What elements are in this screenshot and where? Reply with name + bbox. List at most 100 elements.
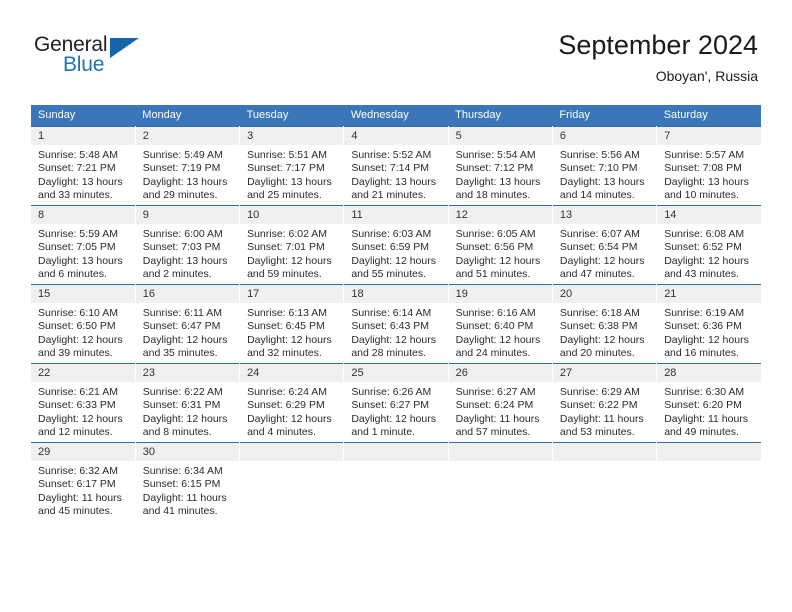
daylight-duration-line1: Daylight: 12 hours bbox=[664, 333, 749, 346]
daylight-duration-line2: and 16 minutes. bbox=[664, 347, 739, 360]
daylight-duration-line2: and 14 minutes. bbox=[559, 189, 635, 202]
general-blue-logo[interactable]: General Blue bbox=[34, 33, 154, 81]
day-sun-info: Sunrise: 6:21 AM Sunset: 6:33 PM Daylight:… bbox=[31, 382, 135, 440]
sunset-time: Sunset: 6:24 PM bbox=[455, 399, 534, 412]
weekday-header-wednesday: Wednesday bbox=[343, 105, 449, 127]
calendar-day-cell[interactable]: 10 Sunrise: 6:02 AM Sunset: 7:01 PM Dayligh… bbox=[239, 205, 345, 285]
sunrise-time: Sunrise: 5:56 AM bbox=[559, 149, 640, 161]
calendar-day-cell[interactable]: 30 Sunrise: 6:34 AM Sunset: 6:15 PM Dayligh… bbox=[135, 442, 241, 522]
calendar-day-cell[interactable]: 29 Sunrise: 6:32 AM Sunset: 6:17 PM Dayligh… bbox=[31, 442, 136, 522]
daylight-duration-line1: Daylight: 12 hours bbox=[247, 333, 332, 346]
weekday-header-saturday: Saturday bbox=[656, 105, 761, 127]
calendar-day-cell[interactable]: 19 Sunrise: 6:16 AM Sunset: 6:40 PM Dayligh… bbox=[448, 284, 553, 364]
calendar-day-cell[interactable]: 28 Sunrise: 6:30 AM Sunset: 6:20 PM Dayligh… bbox=[656, 363, 761, 443]
sunrise-time: Sunrise: 6:16 AM bbox=[455, 307, 536, 319]
calendar-day-cell[interactable]: 18 Sunrise: 6:14 AM Sunset: 6:43 PM Dayligh… bbox=[343, 284, 449, 364]
day-sun-info: Sunrise: 5:59 AM Sunset: 7:05 PM Daylight:… bbox=[31, 224, 135, 282]
calendar-day-cell[interactable]: 26 Sunrise: 6:27 AM Sunset: 6:24 PM Dayligh… bbox=[448, 363, 553, 443]
day-number: 8 bbox=[31, 206, 135, 224]
daylight-duration-line2: and 4 minutes. bbox=[247, 426, 316, 439]
daylight-duration-line2: and 51 minutes. bbox=[455, 268, 531, 281]
calendar-day-cell[interactable]: 20 Sunrise: 6:18 AM Sunset: 6:38 PM Dayligh… bbox=[552, 284, 658, 364]
sunrise-time: Sunrise: 5:51 AM bbox=[247, 149, 328, 161]
calendar-day-cell[interactable]: 4 Sunrise: 5:52 AM Sunset: 7:14 PM Daylight… bbox=[343, 126, 449, 206]
day-number bbox=[344, 443, 448, 461]
daylight-duration-line2: and 41 minutes. bbox=[142, 505, 218, 518]
day-number: 1 bbox=[31, 127, 135, 145]
calendar-day-cell[interactable]: 2 Sunrise: 5:49 AM Sunset: 7:19 PM Daylight… bbox=[135, 126, 241, 206]
day-number: 9 bbox=[135, 206, 240, 224]
logo-triangle-icon bbox=[110, 38, 139, 58]
day-number: 25 bbox=[344, 364, 448, 382]
calendar-day-cell[interactable]: 12 Sunrise: 6:05 AM Sunset: 6:56 PM Dayligh… bbox=[448, 205, 553, 285]
weekday-header-row: Sunday Monday Tuesday Wednesday Thursday… bbox=[31, 105, 761, 127]
sunset-time: Sunset: 7:05 PM bbox=[38, 241, 116, 254]
calendar-day-cell[interactable]: 6 Sunrise: 5:56 AM Sunset: 7:10 PM Daylight… bbox=[552, 126, 658, 206]
day-sun-info: Sunrise: 6:03 AM Sunset: 6:59 PM Daylight:… bbox=[344, 224, 447, 282]
calendar-day-cell[interactable]: 11 Sunrise: 6:03 AM Sunset: 6:59 PM Dayligh… bbox=[343, 205, 449, 285]
day-sun-info: Sunrise: 6:11 AM Sunset: 6:47 PM Daylight:… bbox=[136, 303, 239, 361]
sunset-time: Sunset: 6:54 PM bbox=[559, 241, 638, 254]
day-sun-info: Sunrise: 5:56 AM Sunset: 7:10 PM Daylight:… bbox=[553, 145, 656, 203]
daylight-duration-line2: and 45 minutes. bbox=[38, 505, 113, 518]
day-sun-info: Sunrise: 6:10 AM Sunset: 6:50 PM Daylight:… bbox=[31, 303, 135, 361]
day-number: 30 bbox=[135, 443, 240, 461]
daylight-duration-line2: and 28 minutes. bbox=[351, 347, 427, 360]
day-sun-info: Sunrise: 6:16 AM Sunset: 6:40 PM Daylight:… bbox=[449, 303, 552, 361]
calendar-day-cell[interactable]: 27 Sunrise: 6:29 AM Sunset: 6:22 PM Dayligh… bbox=[552, 363, 658, 443]
daylight-duration-line2: and 49 minutes. bbox=[664, 426, 739, 439]
calendar-day-cell[interactable]: 14 Sunrise: 6:08 AM Sunset: 6:52 PM Dayligh… bbox=[656, 205, 761, 285]
day-number: 19 bbox=[448, 285, 552, 303]
sunset-time: Sunset: 7:12 PM bbox=[455, 162, 534, 175]
sunrise-time: Sunrise: 6:00 AM bbox=[142, 228, 223, 240]
calendar-day-cell[interactable]: 7 Sunrise: 5:57 AM Sunset: 7:08 PM Daylight… bbox=[656, 126, 761, 206]
daylight-duration-line1: Daylight: 13 hours bbox=[38, 175, 123, 188]
sunset-time: Sunset: 7:03 PM bbox=[142, 241, 221, 254]
calendar-day-cell[interactable]: 16 Sunrise: 6:11 AM Sunset: 6:47 PM Dayligh… bbox=[135, 284, 241, 364]
daylight-duration-line1: Daylight: 11 hours bbox=[664, 412, 749, 425]
calendar-day-cell[interactable]: 3 Sunrise: 5:51 AM Sunset: 7:17 PM Daylight… bbox=[239, 126, 345, 206]
calendar-day-cell[interactable]: 22 Sunrise: 6:21 AM Sunset: 6:33 PM Dayligh… bbox=[31, 363, 136, 443]
daylight-duration-line2: and 29 minutes. bbox=[142, 189, 218, 202]
calendar-day-cell[interactable]: 17 Sunrise: 6:13 AM Sunset: 6:45 PM Dayligh… bbox=[239, 284, 345, 364]
daylight-duration-line1: Daylight: 11 hours bbox=[559, 412, 644, 425]
sunset-time: Sunset: 6:56 PM bbox=[455, 241, 534, 254]
day-sun-info: Sunrise: 6:05 AM Sunset: 6:56 PM Daylight:… bbox=[449, 224, 552, 282]
sunrise-time: Sunrise: 5:48 AM bbox=[38, 149, 118, 161]
calendar-day-cell[interactable]: 15 Sunrise: 6:10 AM Sunset: 6:50 PM Dayligh… bbox=[31, 284, 136, 364]
day-sun-info: Sunrise: 5:48 AM Sunset: 7:21 PM Daylight:… bbox=[31, 145, 135, 203]
calendar-day-cell[interactable]: 24 Sunrise: 6:24 AM Sunset: 6:29 PM Dayligh… bbox=[239, 363, 345, 443]
calendar-day-cell[interactable]: 25 Sunrise: 6:26 AM Sunset: 6:27 PM Dayligh… bbox=[343, 363, 449, 443]
daylight-duration-line1: Daylight: 12 hours bbox=[38, 333, 123, 346]
day-number: 15 bbox=[31, 285, 135, 303]
calendar-day-cell[interactable]: 13 Sunrise: 6:07 AM Sunset: 6:54 PM Dayligh… bbox=[552, 205, 658, 285]
calendar-day-cell[interactable]: 1 Sunrise: 5:48 AM Sunset: 7:21 PM Daylight… bbox=[31, 126, 136, 206]
sunset-time: Sunset: 6:31 PM bbox=[142, 399, 221, 412]
sunset-time: Sunset: 6:36 PM bbox=[664, 320, 742, 333]
daylight-duration-line2: and 33 minutes. bbox=[38, 189, 113, 202]
calendar-day-cell[interactable]: 23 Sunrise: 6:22 AM Sunset: 6:31 PM Dayligh… bbox=[135, 363, 241, 443]
logo-text-blue: Blue bbox=[63, 53, 105, 76]
sunset-time: Sunset: 6:17 PM bbox=[38, 478, 116, 491]
day-sun-info: Sunrise: 5:49 AM Sunset: 7:19 PM Daylight:… bbox=[136, 145, 239, 203]
calendar-day-cell[interactable]: 9 Sunrise: 6:00 AM Sunset: 7:03 PM Daylight… bbox=[135, 205, 241, 285]
day-number bbox=[552, 443, 657, 461]
sunset-time: Sunset: 7:14 PM bbox=[351, 162, 429, 175]
day-number: 18 bbox=[344, 285, 448, 303]
daylight-duration-line1: Daylight: 11 hours bbox=[38, 491, 122, 504]
daylight-duration-line2: and 39 minutes. bbox=[38, 347, 113, 360]
calendar-day-cell-empty bbox=[343, 442, 449, 522]
calendar-day-cell[interactable]: 5 Sunrise: 5:54 AM Sunset: 7:12 PM Daylight… bbox=[448, 126, 553, 206]
daylight-duration-line1: Daylight: 13 hours bbox=[664, 175, 749, 188]
calendar-day-cell[interactable]: 21 Sunrise: 6:19 AM Sunset: 6:36 PM Dayligh… bbox=[656, 284, 761, 364]
weekday-header-sunday: Sunday bbox=[31, 105, 136, 127]
daylight-duration-line1: Daylight: 12 hours bbox=[247, 254, 332, 267]
sunrise-time: Sunrise: 6:18 AM bbox=[559, 307, 640, 319]
sunset-time: Sunset: 7:19 PM bbox=[142, 162, 221, 175]
daylight-duration-line1: Daylight: 12 hours bbox=[664, 254, 749, 267]
calendar-day-cell[interactable]: 8 Sunrise: 5:59 AM Sunset: 7:05 PM Daylight… bbox=[31, 205, 136, 285]
sunset-time: Sunset: 6:27 PM bbox=[351, 399, 429, 412]
day-sun-info: Sunrise: 6:13 AM Sunset: 6:45 PM Daylight:… bbox=[240, 303, 343, 361]
daylight-duration-line1: Daylight: 12 hours bbox=[142, 333, 228, 346]
sunrise-time: Sunrise: 6:22 AM bbox=[142, 386, 223, 398]
